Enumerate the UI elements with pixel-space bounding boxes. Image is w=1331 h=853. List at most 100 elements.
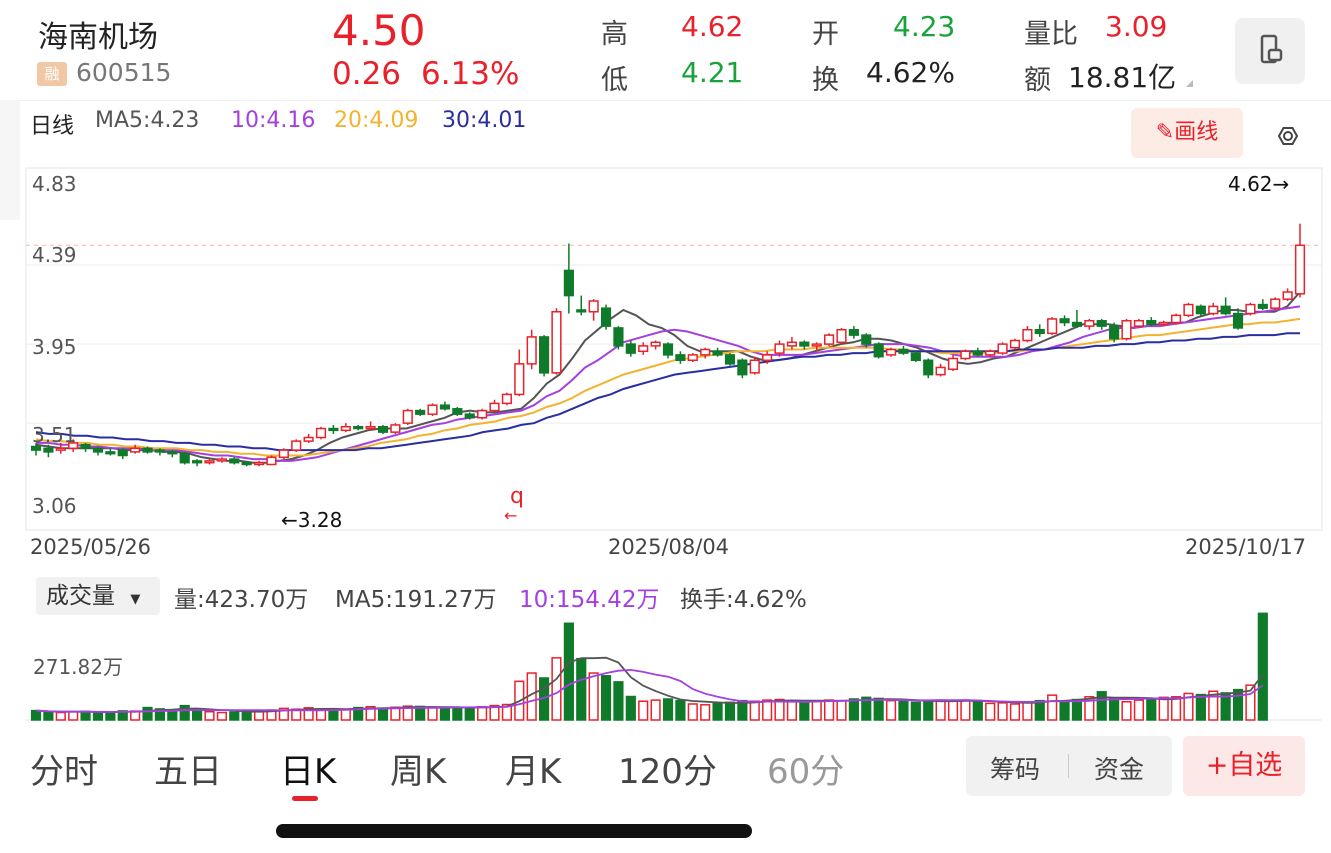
low-label: 低: [601, 65, 628, 96]
candle-body: [712, 350, 723, 356]
tab-five-day[interactable]: 五日: [154, 744, 222, 793]
ma30-label: 30:4.01: [442, 108, 527, 133]
candle-body: [1170, 314, 1182, 324]
volume-bar: [1257, 612, 1268, 721]
volume-bar: [216, 711, 227, 721]
candle-body: [1022, 328, 1033, 342]
volume-bar: [68, 710, 79, 721]
volume-bar: [439, 707, 451, 721]
tab-monthly-k[interactable]: 月K: [505, 744, 561, 793]
stock-name: 海南机场: [38, 20, 158, 55]
current-price: 4.50: [332, 6, 426, 55]
volume-bar: [613, 681, 624, 721]
candle-body: [229, 458, 240, 464]
funds-button[interactable]: 资金: [1094, 750, 1144, 786]
date-label-end: 2025/10/17: [1185, 535, 1307, 559]
kline-chart[interactable]: [0, 160, 1331, 560]
candle-body: [1146, 319, 1157, 326]
volume-ma5: MA5:191.27万: [335, 587, 497, 613]
candle-body: [415, 409, 426, 415]
volume-bar: [997, 702, 1008, 721]
tab-120min[interactable]: 120分: [618, 744, 717, 793]
settings-hex-icon: [1277, 127, 1299, 145]
candle-body: [266, 456, 277, 466]
volume-bar: [229, 711, 240, 721]
tab-weekly-k[interactable]: 周K: [390, 744, 446, 793]
candle-body: [117, 449, 128, 457]
volume-bar: [1170, 696, 1182, 721]
settings-button[interactable]: [1270, 118, 1306, 158]
volume-bar: [1059, 701, 1070, 721]
candle-body: [1232, 312, 1244, 329]
candle-body: [972, 350, 983, 356]
candle-body: [390, 424, 401, 433]
candle-body: [1109, 325, 1120, 340]
candle-body: [55, 447, 66, 451]
candle-body: [576, 309, 587, 313]
button-divider: [1068, 754, 1069, 778]
draw-line-label: 画线: [1174, 120, 1219, 145]
candle-body: [923, 359, 934, 376]
tab-intraday[interactable]: 分时: [30, 744, 98, 793]
volume-bar: [340, 709, 351, 721]
candle-body: [377, 425, 389, 433]
price-change-pct: 6.13%: [421, 56, 520, 92]
volume-bar: [563, 622, 574, 721]
open-label: 开: [812, 19, 839, 50]
candle-body: [662, 343, 674, 356]
turnover-label: 换: [812, 65, 839, 96]
add-watchlist-button[interactable]: +自选: [1183, 736, 1305, 796]
volume-bar: [43, 711, 54, 721]
volume-bar: [960, 699, 971, 721]
volume-bar: [1047, 694, 1058, 721]
candle-body: [1071, 321, 1083, 327]
home-indicator: [276, 824, 752, 838]
candle-body: [786, 341, 798, 347]
candle-body: [1195, 305, 1206, 315]
candle-body: [142, 447, 153, 453]
indicator-selector-label: 成交量: [46, 583, 115, 609]
date-label-mid: 2025/08/04: [608, 535, 730, 559]
chips-button[interactable]: 筹码: [990, 750, 1040, 786]
candle-body: [353, 425, 364, 430]
candle-body: [885, 348, 897, 356]
volume-bar: [1071, 698, 1083, 721]
high-label: 高: [601, 19, 628, 50]
expand-corner-icon[interactable]: [1186, 80, 1193, 87]
candle-body: [935, 366, 946, 376]
candle-body: [985, 350, 996, 356]
volume-bar: [1121, 701, 1132, 721]
volume-bar: [675, 699, 686, 721]
volume-ma10: 10:154.42万: [519, 587, 660, 613]
volume-bar: [848, 698, 859, 721]
turnover-value: 4.62%: [866, 56, 955, 89]
phone-rotate-icon: [1260, 34, 1283, 64]
tab-60min[interactable]: 60分: [767, 744, 844, 793]
candle-body: [167, 451, 178, 455]
max-price-annotation: 4.62→: [1228, 172, 1290, 196]
volume-chart[interactable]: [0, 610, 1331, 725]
candle-body: [278, 449, 289, 459]
candle-body: [1245, 303, 1256, 315]
candle-body: [1294, 244, 1306, 295]
candle-body: [105, 451, 116, 455]
candle-body: [192, 460, 203, 464]
ma5-label: MA5:4.23: [95, 108, 200, 133]
ma20-label: 20:4.09: [334, 108, 419, 133]
ma10-label: 10:4.16: [231, 108, 316, 133]
candle-body: [130, 447, 141, 453]
tab-daily-k[interactable]: 日K: [280, 744, 336, 793]
volume-bar: [464, 707, 475, 721]
candle-body: [910, 352, 921, 362]
amount-label: 额: [1024, 65, 1051, 96]
candle-body: [30, 445, 42, 451]
volume-bar: [873, 697, 884, 721]
volume-bar: [749, 700, 760, 721]
candle-body: [650, 341, 661, 347]
open-value: 4.23: [893, 10, 956, 43]
volume-bar: [80, 710, 91, 721]
candle-body: [1183, 303, 1194, 317]
landscape-toggle-button[interactable]: [1235, 18, 1305, 84]
draw-line-button[interactable]: ✎画线: [1131, 108, 1243, 158]
volume-bar: [836, 699, 847, 721]
